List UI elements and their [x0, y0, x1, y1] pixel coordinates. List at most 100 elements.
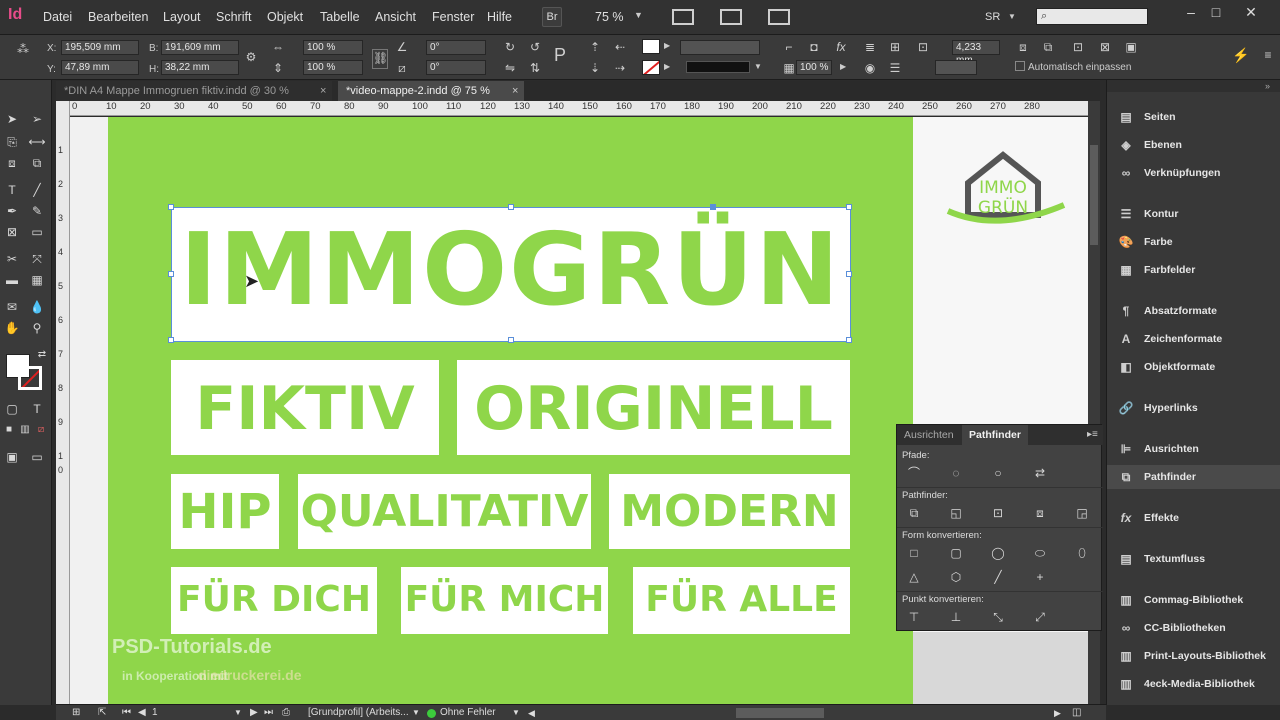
pencil-tool-icon[interactable]: ✎: [28, 202, 46, 220]
profile-chevron-icon[interactable]: ▼: [412, 706, 420, 720]
line-tool-icon[interactable]: ╱: [28, 181, 46, 199]
gap-tool-icon[interactable]: ⟷: [28, 133, 46, 151]
text-wrap-shape-icon[interactable]: ◉: [862, 60, 878, 76]
dock-item-print-layouts[interactable]: ▥ Print-Layouts-Bibliothek: [1107, 644, 1280, 668]
control-panel-menu-icon[interactable]: ≡: [1260, 47, 1276, 63]
width-field[interactable]: 191,609 mm: [161, 40, 239, 55]
stroke-style-dropdown[interactable]: [935, 60, 977, 75]
fill-swatch[interactable]: [642, 39, 660, 54]
resize-handle[interactable]: [508, 337, 514, 343]
exclude-overlap-icon[interactable]: ⧈: [1031, 504, 1049, 522]
screen-mode-tool-icon[interactable]: ▭: [28, 448, 46, 466]
gradient-swatch-tool-icon[interactable]: ▬: [3, 271, 21, 289]
open-page-icon[interactable]: ⇱: [98, 706, 106, 720]
word-box-originell[interactable]: ORIGINELL: [457, 360, 850, 455]
text-wrap-jump-icon[interactable]: ☰: [887, 60, 903, 76]
stroke-swatch[interactable]: [642, 60, 660, 75]
opacity-arrow-icon[interactable]: ▶: [840, 62, 846, 71]
formatting-container-icon[interactable]: ▢: [3, 400, 21, 418]
scissors-tool-icon[interactable]: ✂: [3, 250, 21, 268]
menu-hilfe[interactable]: Hilfe: [487, 10, 512, 24]
quick-apply-icon[interactable]: ⚡: [1232, 47, 1249, 63]
x-field[interactable]: 195,509 mm: [61, 40, 139, 55]
dock-item-objektformate[interactable]: ◧ Objektformate: [1107, 355, 1280, 379]
opacity-field[interactable]: 100 %: [796, 60, 832, 75]
open-path-icon[interactable]: ◌: [947, 464, 965, 482]
resize-handle[interactable]: [508, 204, 514, 210]
eyedropper-tool-icon[interactable]: 💧: [28, 298, 46, 316]
apply-none-icon[interactable]: ⧄: [32, 421, 50, 439]
rotate-ccw-icon[interactable]: ↺: [527, 39, 543, 55]
maximize-icon[interactable]: □: [1205, 4, 1227, 22]
resize-handle[interactable]: [846, 337, 852, 343]
rotate-field[interactable]: 0°: [426, 40, 486, 55]
dock-header[interactable]: [1107, 80, 1280, 92]
flip-horizontal-icon[interactable]: ⇋: [502, 60, 518, 76]
close-icon[interactable]: ✕: [1240, 4, 1262, 22]
swap-colors-icon[interactable]: ⇄: [33, 346, 51, 364]
dock-item-farbfelder[interactable]: ▦ Farbfelder: [1107, 258, 1280, 282]
workspace-switcher[interactable]: SR: [985, 11, 1000, 23]
previous-page-icon[interactable]: ◀: [138, 706, 146, 720]
convert-rounded-rect-icon[interactable]: ▢: [947, 544, 965, 562]
panel-menu-icon[interactable]: ▸≡: [1087, 429, 1098, 440]
dock-item-pathfinder[interactable]: ⧉ Pathfinder: [1107, 465, 1280, 489]
page-tool-icon[interactable]: ⎘: [3, 133, 21, 151]
ruler-vertical[interactable]: 1 2 3 4 5 6 7 8 9 1 0: [56, 101, 70, 704]
y-field[interactable]: 47,89 mm: [61, 60, 139, 75]
tab-ausrichten[interactable]: Ausrichten: [897, 425, 961, 445]
dock-item-farbe[interactable]: 🎨 Farbe: [1107, 230, 1280, 254]
word-box-modern[interactable]: MODERN: [609, 474, 850, 549]
resize-handle[interactable]: [168, 271, 174, 277]
arrange-documents-icon[interactable]: [768, 9, 790, 25]
page-chevron-icon[interactable]: ▼: [234, 706, 242, 720]
preflight-status[interactable]: Ohne Fehler: [440, 706, 496, 720]
fit-content-icon[interactable]: ⧈: [1015, 39, 1031, 55]
selection-tool-icon[interactable]: ➤: [3, 110, 21, 128]
hand-tool-icon[interactable]: ✋: [3, 319, 21, 337]
rectangle-frame-tool-icon[interactable]: ⊠: [3, 223, 21, 241]
dock-item-textumfluss[interactable]: ▤ Textumfluss: [1107, 547, 1280, 571]
convert-line-icon[interactable]: ╱: [989, 568, 1007, 586]
drop-shadow-icon[interactable]: ◘: [806, 39, 822, 55]
dock-item-4eck-media[interactable]: ▥ 4eck-Media-Bibliothek: [1107, 672, 1280, 696]
free-transform-tool-icon[interactable]: ⤧: [28, 250, 46, 268]
first-page-icon[interactable]: ⏮: [122, 706, 131, 720]
dock-collapse-icon[interactable]: »: [1265, 81, 1270, 91]
height-field[interactable]: 38,22 mm: [161, 60, 239, 75]
convert-ellipse-icon[interactable]: ⬯: [1073, 544, 1091, 562]
ruler-horizontal[interactable]: 0 10 20 30 40 50 60 70 80 90 100 110 120…: [70, 101, 1088, 116]
dock-item-hyperlinks[interactable]: 🔗 Hyperlinks: [1107, 396, 1280, 420]
tab-video-mappe[interactable]: *video-mappe-2.indd @ 75 % ×: [338, 81, 524, 101]
fit-frame-icon[interactable]: ⧉: [1040, 39, 1056, 55]
effects-fx-icon[interactable]: fx: [833, 39, 849, 55]
fill-dropdown[interactable]: [680, 40, 760, 55]
menu-datei[interactable]: Datei: [43, 10, 72, 24]
gradient-feather-tool-icon[interactable]: ▦: [28, 271, 46, 289]
tab-din-a4[interactable]: *DIN A4 Mappe Immogruen fiktiv.indd @ 30…: [56, 81, 332, 101]
preview-toggle-icon[interactable]: ⊞: [72, 706, 80, 720]
dock-item-zeichenformate[interactable]: A Zeichenformate: [1107, 327, 1280, 351]
dock-item-absatzformate[interactable]: ¶ Absatzformate: [1107, 299, 1280, 323]
formatting-text-icon[interactable]: T: [28, 400, 46, 418]
select-container-icon[interactable]: ⇡: [587, 39, 603, 55]
select-content-icon[interactable]: ⇣: [587, 60, 603, 76]
select-next-icon[interactable]: ⇢: [612, 60, 628, 76]
select-previous-icon[interactable]: ⇠: [612, 39, 628, 55]
fit-proportional-icon[interactable]: ▣: [1123, 39, 1139, 55]
content-placer-icon[interactable]: ⧉: [28, 154, 46, 172]
convert-beveled-rect-icon[interactable]: ◯: [989, 544, 1007, 562]
type-tool-icon[interactable]: T: [3, 181, 21, 199]
word-box-qualitativ[interactable]: QUALITATIV: [298, 474, 591, 549]
intersect-shapes-icon[interactable]: ⊡: [989, 504, 1007, 522]
dock-item-ausrichten[interactable]: ⊫ Ausrichten: [1107, 437, 1280, 461]
preflight-chevron-icon[interactable]: ▼: [512, 706, 520, 720]
rotate-cw-icon[interactable]: ↻: [502, 39, 518, 55]
direct-selection-tool-icon[interactable]: ➢: [28, 110, 46, 128]
horizontal-scroll-thumb[interactable]: [736, 708, 824, 718]
symmetric-point-icon[interactable]: ⤢: [1031, 608, 1049, 626]
stroke-arrow-icon[interactable]: ▶: [664, 62, 670, 71]
constrain-proportions-icon[interactable]: ⚙: [243, 49, 259, 65]
add-shapes-icon[interactable]: ⧉: [905, 504, 923, 522]
convert-rectangle-icon[interactable]: □: [905, 544, 923, 562]
